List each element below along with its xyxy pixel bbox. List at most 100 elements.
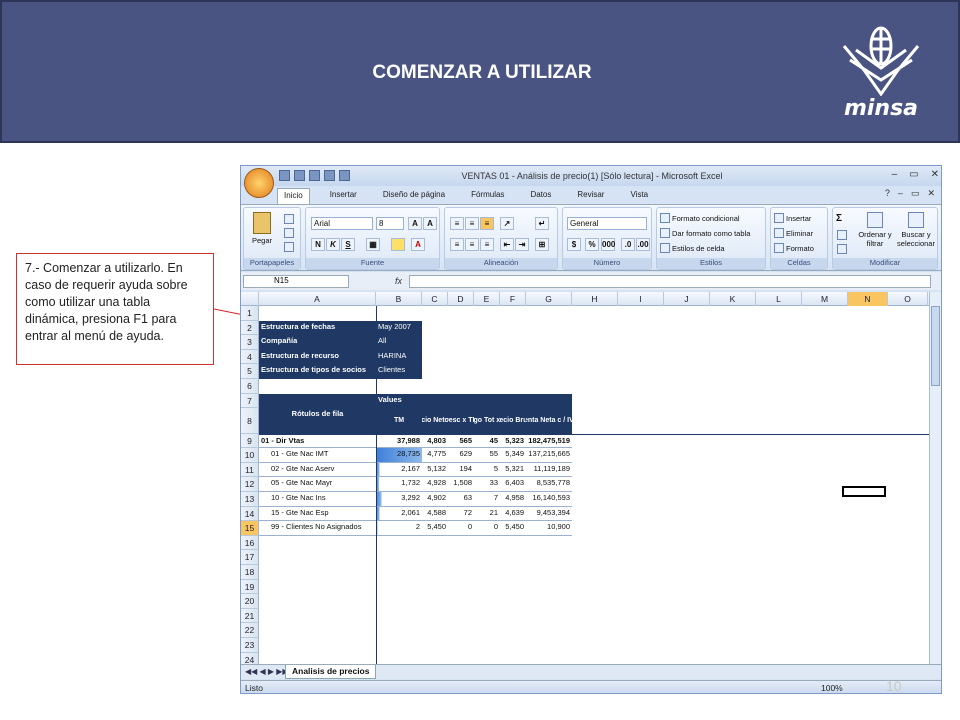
scroll-thumb[interactable]: [931, 306, 940, 386]
comma-icon[interactable]: 000: [601, 238, 615, 251]
shrink-font-icon[interactable]: A: [423, 217, 437, 230]
column-header-c[interactable]: C: [422, 292, 448, 306]
column-header-g[interactable]: G: [526, 292, 572, 306]
row-header-12[interactable]: 12: [241, 477, 259, 492]
tab-formulas[interactable]: Fórmulas: [465, 188, 510, 204]
cut-icon[interactable]: [284, 214, 294, 224]
row-header-6[interactable]: 6: [241, 379, 259, 394]
format-painter-icon[interactable]: [284, 242, 294, 252]
row-header-16[interactable]: 16: [241, 535, 259, 551]
fill-icon[interactable]: [837, 230, 847, 240]
decrease-indent-icon[interactable]: ⇤: [500, 238, 514, 251]
paste-button[interactable]: Pegar: [252, 212, 272, 245]
row-header-15[interactable]: 15: [241, 521, 259, 536]
delete-cells-button[interactable]: Eliminar: [774, 228, 813, 238]
column-header-l[interactable]: L: [756, 292, 802, 306]
percent-icon[interactable]: %: [585, 238, 599, 251]
sheet-nav-icon[interactable]: ◀◀ ◀ ▶ ▶▶: [245, 667, 289, 676]
format-cells-button[interactable]: Formato: [774, 243, 814, 253]
row-header-3[interactable]: 3: [241, 335, 259, 350]
workbook-minimize-icon[interactable]: –: [898, 188, 903, 199]
row-header-19[interactable]: 19: [241, 579, 259, 595]
tab-vista[interactable]: Vista: [624, 188, 654, 204]
open-icon[interactable]: [309, 170, 320, 181]
column-header-o[interactable]: O: [888, 292, 928, 306]
worksheet-grid[interactable]: ABCDEFGHIJKLMNO 1 2 3 4 5 6 7 8 9 10 11 12 13 14 15 16 1…: [241, 292, 931, 664]
row-header-7[interactable]: 7: [241, 393, 259, 408]
insert-cells-button[interactable]: Insertar: [774, 213, 811, 223]
copy-icon[interactable]: [284, 228, 294, 238]
tab-insertar[interactable]: Insertar: [324, 188, 363, 204]
clear-icon[interactable]: [837, 244, 847, 254]
font-size-combo[interactable]: 8: [376, 217, 404, 230]
sheet-tab-analisis[interactable]: Analisis de precios: [285, 665, 377, 679]
help-icon[interactable]: ?: [885, 188, 890, 199]
row-header-4[interactable]: 4: [241, 349, 259, 365]
cond-format-button[interactable]: Formato condicional: [660, 213, 740, 223]
cell-styles-button[interactable]: Estilos de celda: [660, 243, 725, 253]
column-header-f[interactable]: F: [500, 292, 526, 306]
align-bottom-icon[interactable]: ≡: [480, 217, 494, 230]
borders-icon[interactable]: ▦: [366, 238, 380, 251]
column-header-h[interactable]: H: [572, 292, 618, 306]
italic-icon[interactable]: K: [326, 238, 340, 251]
row-header-22[interactable]: 22: [241, 623, 259, 638]
fill-color-icon[interactable]: [391, 238, 405, 251]
tab-datos[interactable]: Datos: [524, 188, 557, 204]
increase-decimal-icon[interactable]: .0: [621, 238, 635, 251]
save-icon[interactable]: [324, 170, 335, 181]
align-middle-icon[interactable]: ≡: [465, 217, 479, 230]
column-header-a[interactable]: A: [259, 292, 376, 306]
name-box[interactable]: N15: [243, 275, 349, 288]
align-right-icon[interactable]: ≡: [480, 238, 494, 251]
currency-icon[interactable]: $: [567, 238, 581, 251]
row-header-24[interactable]: 24: [241, 652, 259, 664]
workbook-restore-icon[interactable]: ▭: [911, 188, 920, 199]
decrease-decimal-icon[interactable]: .00: [636, 238, 650, 251]
formula-input[interactable]: [409, 275, 931, 288]
align-center-icon[interactable]: ≡: [465, 238, 479, 251]
autosum-icon[interactable]: Σ: [836, 213, 842, 224]
print-preview-icon[interactable]: [339, 170, 350, 181]
row-header-5[interactable]: 5: [241, 364, 259, 379]
row-header-11[interactable]: 11: [241, 462, 259, 478]
column-header-k[interactable]: K: [710, 292, 756, 306]
row-header-10[interactable]: 10: [241, 448, 259, 463]
minimize-icon[interactable]: –: [892, 169, 898, 180]
undo-icon[interactable]: [279, 170, 290, 181]
grow-font-icon[interactable]: A: [408, 217, 422, 230]
column-header-n[interactable]: N: [848, 292, 888, 306]
orientation-icon[interactable]: ↗: [500, 217, 514, 230]
find-select-button[interactable]: Buscar y seleccionar: [895, 212, 937, 248]
row-header-23[interactable]: 23: [241, 638, 259, 653]
row-header-9[interactable]: 9: [241, 433, 259, 449]
row-header-14[interactable]: 14: [241, 506, 259, 522]
column-header-b[interactable]: B: [376, 292, 422, 306]
row-header-2[interactable]: 2: [241, 320, 259, 336]
increase-indent-icon[interactable]: ⇥: [515, 238, 529, 251]
tab-diseno[interactable]: Diseño de página: [377, 188, 451, 204]
table-format-button[interactable]: Dar formato como tabla: [660, 228, 750, 238]
bold-icon[interactable]: N: [311, 238, 325, 251]
column-header-m[interactable]: M: [802, 292, 848, 306]
row-header-1[interactable]: 1: [241, 306, 259, 321]
row-header-13[interactable]: 13: [241, 492, 259, 507]
select-all-corner[interactable]: [241, 292, 259, 306]
fx-icon[interactable]: fx: [395, 276, 402, 286]
row-header-20[interactable]: 20: [241, 594, 259, 609]
vertical-scrollbar[interactable]: [929, 292, 941, 664]
font-name-combo[interactable]: Arial: [311, 217, 373, 230]
tab-revisar[interactable]: Revisar: [571, 188, 610, 204]
column-header-e[interactable]: E: [474, 292, 500, 306]
sort-filter-button[interactable]: Ordenar y filtrar: [855, 212, 895, 248]
zoom-level[interactable]: 100%: [821, 683, 843, 693]
column-header-j[interactable]: J: [664, 292, 710, 306]
align-top-icon[interactable]: ≡: [450, 217, 464, 230]
row-header-17[interactable]: 17: [241, 550, 259, 565]
redo-icon[interactable]: [294, 170, 305, 181]
font-color-icon[interactable]: A: [411, 238, 425, 251]
wrap-text-icon[interactable]: ↵: [535, 217, 549, 230]
office-button[interactable]: [244, 168, 274, 198]
column-header-i[interactable]: I: [618, 292, 664, 306]
merge-icon[interactable]: ⊞: [535, 238, 549, 251]
